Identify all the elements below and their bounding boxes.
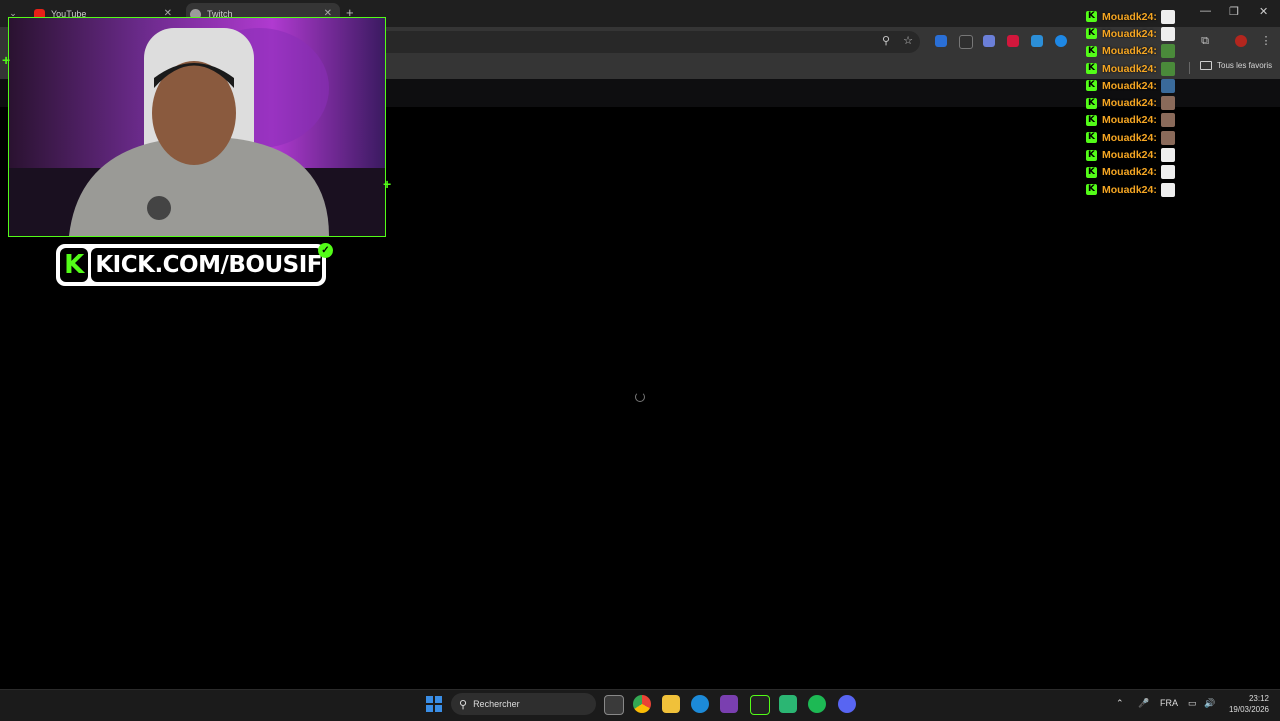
network-icon[interactable]: ▭ bbox=[1188, 698, 1197, 709]
chat-message: K Mouadk24: bbox=[1086, 8, 1186, 25]
emote-icon bbox=[1160, 26, 1175, 41]
chat-username: Mouadk24: bbox=[1102, 114, 1157, 127]
windows-logo-icon bbox=[435, 705, 442, 712]
channel-url: KICK.COM/BOUSIF bbox=[91, 248, 322, 282]
zoom-icon[interactable]: ⚲ bbox=[879, 34, 893, 48]
task-view-icon[interactable] bbox=[604, 695, 624, 715]
chat-username: Mouadk24: bbox=[1102, 97, 1157, 110]
loading-spinner-icon bbox=[635, 392, 645, 402]
volume-icon[interactable]: 🔊 bbox=[1204, 698, 1215, 709]
chat-overlay: K Mouadk24: K Mouadk24: K Mouadk24: K Mouadk… bbox=[1086, 8, 1186, 198]
emote-icon bbox=[1160, 148, 1175, 163]
file-explorer-icon[interactable] bbox=[662, 695, 680, 713]
extensions-puzzle-icon[interactable]: ⧉ bbox=[1198, 34, 1212, 48]
kick-badge-icon: K bbox=[1086, 166, 1097, 178]
taskbar-search[interactable]: ⚲ Rechercher bbox=[451, 693, 596, 715]
bookmarks-divider bbox=[1189, 62, 1190, 74]
profile-avatar[interactable] bbox=[1235, 35, 1247, 47]
emote-icon bbox=[1160, 165, 1175, 180]
kick-channel-banner: K KICK.COM/BOUSIF bbox=[56, 244, 326, 286]
windows-logo-icon bbox=[426, 696, 433, 703]
chat-message: K Mouadk24: bbox=[1086, 129, 1186, 146]
chat-message: K Mouadk24: bbox=[1086, 112, 1186, 129]
kick-badge-icon: K bbox=[1086, 132, 1097, 144]
close-window-icon[interactable]: ✕ bbox=[1259, 5, 1268, 18]
search-placeholder: Rechercher bbox=[473, 699, 520, 709]
frame-corner-icon: + bbox=[2, 52, 11, 68]
emote-icon bbox=[1160, 78, 1175, 93]
kick-badge-icon: K bbox=[1086, 63, 1097, 75]
chrome-icon[interactable] bbox=[633, 695, 651, 713]
chat-message: K Mouadk24: bbox=[1086, 60, 1186, 77]
kick-badge-icon: K bbox=[1086, 184, 1097, 196]
windows-logo-icon bbox=[435, 696, 442, 703]
chat-message: K Mouadk24: bbox=[1086, 146, 1186, 163]
kick-badge-icon: K bbox=[1086, 149, 1097, 161]
twitch-app-icon[interactable] bbox=[720, 695, 738, 713]
chat-username: Mouadk24: bbox=[1102, 62, 1157, 75]
spotify-icon[interactable] bbox=[808, 695, 826, 713]
address-bar[interactable] bbox=[330, 31, 920, 53]
kick-logo-icon: K bbox=[60, 248, 89, 282]
folder-icon bbox=[1200, 61, 1212, 70]
extension-icon[interactable] bbox=[959, 35, 973, 49]
clock-time: 23:12 bbox=[1248, 694, 1269, 703]
language-indicator[interactable]: FRA bbox=[1160, 698, 1178, 708]
chat-message: K Mouadk24: bbox=[1086, 94, 1186, 111]
kick-app-icon[interactable] bbox=[750, 695, 770, 715]
chevron-up-icon[interactable]: ⌃ bbox=[1116, 698, 1124, 709]
chat-username: Mouadk24: bbox=[1102, 45, 1157, 58]
frame-corner-icon: + bbox=[383, 176, 392, 192]
microphone-icon[interactable]: 🎤 bbox=[1138, 698, 1149, 709]
chat-username: Mouadk24: bbox=[1102, 183, 1157, 196]
start-button[interactable] bbox=[426, 696, 442, 712]
chat-username: Mouadk24: bbox=[1102, 149, 1157, 162]
chat-username: Mouadk24: bbox=[1102, 166, 1157, 179]
chat-message: K Mouadk24: bbox=[1086, 181, 1186, 198]
bookmarks-folder-label: Tous les favoris bbox=[1217, 61, 1273, 70]
kick-badge-icon: K bbox=[1086, 11, 1097, 23]
menu-kebab-icon[interactable]: ⋮ bbox=[1259, 34, 1273, 48]
emote-icon bbox=[1160, 44, 1175, 59]
search-icon: ⚲ bbox=[459, 698, 468, 711]
extension-icon[interactable] bbox=[983, 35, 995, 47]
extension-icon[interactable] bbox=[935, 35, 947, 47]
chat-username: Mouadk24: bbox=[1102, 131, 1157, 144]
chat-username: Mouadk24: bbox=[1102, 79, 1157, 92]
extension-icon[interactable] bbox=[1031, 35, 1043, 47]
taskbar-clock[interactable]: 23:12 19/03/2026 bbox=[1225, 693, 1269, 715]
chat-message: K Mouadk24: bbox=[1086, 164, 1186, 181]
chat-message: K Mouadk24: bbox=[1086, 43, 1186, 60]
minimize-icon[interactable]: — bbox=[1200, 5, 1211, 17]
restore-icon[interactable]: ❐ bbox=[1229, 5, 1239, 18]
app-icon[interactable] bbox=[779, 695, 797, 713]
kick-badge-icon: K bbox=[1086, 28, 1097, 40]
edge-icon[interactable] bbox=[691, 695, 709, 713]
emote-icon bbox=[1160, 9, 1175, 24]
clock-date: 19/03/2026 bbox=[1228, 705, 1269, 714]
kick-badge-icon: K bbox=[1086, 45, 1097, 57]
chat-username: Mouadk24: bbox=[1102, 27, 1157, 40]
all-bookmarks-folder[interactable]: Tous les favoris bbox=[1200, 61, 1272, 70]
kick-badge-icon: K bbox=[1086, 97, 1097, 109]
emote-icon bbox=[1160, 96, 1175, 111]
verified-badge-icon: ✓ bbox=[318, 243, 333, 258]
chat-username: Mouadk24: bbox=[1102, 10, 1157, 23]
emote-icon bbox=[1160, 130, 1175, 145]
extension-icon[interactable] bbox=[1055, 35, 1067, 47]
windows-logo-icon bbox=[426, 705, 433, 712]
webcam-feed bbox=[9, 18, 385, 236]
extension-icon[interactable] bbox=[1007, 35, 1019, 47]
emote-icon bbox=[1160, 61, 1175, 76]
chat-message: K Mouadk24: bbox=[1086, 25, 1186, 42]
bookmark-star-icon[interactable]: ☆ bbox=[901, 34, 915, 48]
kick-badge-icon: K bbox=[1086, 114, 1097, 126]
discord-icon[interactable] bbox=[838, 695, 856, 713]
kick-badge-icon: K bbox=[1086, 80, 1097, 92]
chat-message: K Mouadk24: bbox=[1086, 77, 1186, 94]
webcam-overlay bbox=[8, 17, 386, 237]
emote-icon bbox=[1160, 182, 1175, 197]
emote-icon bbox=[1160, 113, 1175, 128]
